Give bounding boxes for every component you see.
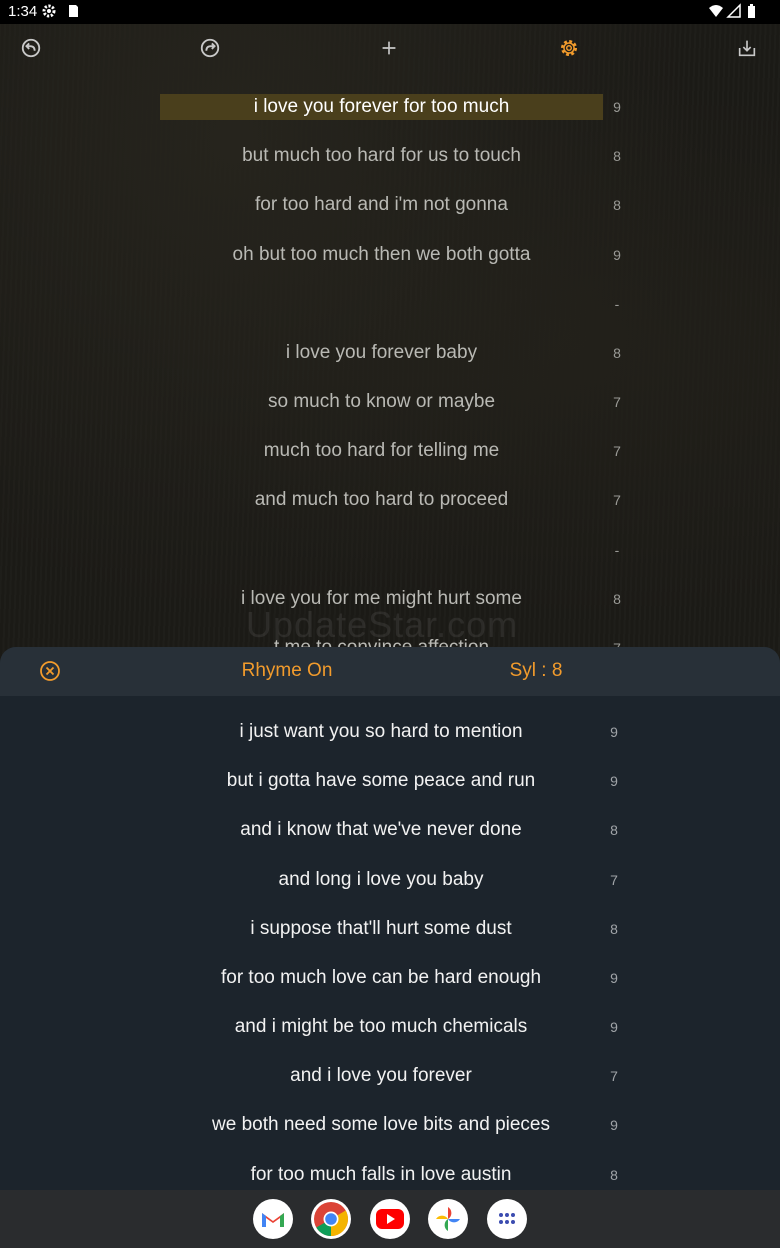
rhyme-suggestions-sheet: Rhyme On Syl : 8 i just want you so hard… [0,647,780,1190]
settings-status-icon [42,4,56,18]
lyric-text [160,537,603,563]
lyric-line[interactable]: oh but too much then we both gotta 9 [0,232,780,281]
signal-icon [726,3,741,18]
syllable-count: - [614,296,620,312]
suggestion-text: and long i love you baby [278,869,484,890]
watermark: UpdateStar.com [246,604,519,645]
suggestion-count: 7 [610,1068,618,1084]
lyric-line[interactable]: i love you forever baby 8 [0,330,780,379]
chrome-app[interactable] [311,1199,351,1239]
lyric-text: so much to know or maybe [267,391,496,412]
lyric-text [160,291,603,317]
close-icon[interactable] [39,660,61,682]
suggestion-item[interactable]: i just want you so hard to mention 9 [0,719,780,768]
suggestion-count: 9 [610,724,618,740]
youtube-app[interactable] [370,1199,410,1239]
suggestion-item[interactable]: for too much falls in love austin 8 [0,1162,780,1190]
syllable-count: 7 [613,443,621,459]
suggestion-text: but i gotta have some peace and run [226,770,536,791]
suggestion-item[interactable]: and i might be too much chemicals 9 [0,1014,780,1063]
suggestion-count: 8 [610,1167,618,1183]
syllable-count: 9 [613,99,621,115]
sd-card-icon [69,5,78,17]
syllable-count: - [614,542,620,558]
suggestion-item[interactable]: we both need some love bits and pieces 9 [0,1112,780,1161]
suggestion-text: and i love you forever [290,1065,472,1086]
app-dock [0,1190,780,1248]
photos-icon [436,1207,460,1231]
syllable-count: 8 [613,197,621,213]
rhyme-toggle[interactable]: Rhyme On [228,660,346,682]
redo-icon [200,38,220,58]
lyric-line[interactable]: for too hard and i'm not gonna 8 [0,182,780,231]
suggestion-item[interactable]: and i know that we've never done 8 [0,817,780,866]
suggestion-count: 7 [610,872,618,888]
suggestion-text: for too much falls in love austin [250,1164,512,1185]
suggestion-item[interactable]: and i love you forever 7 [0,1063,780,1112]
lyric-line-empty[interactable]: - [0,281,780,330]
suggestion-text: we both need some love bits and pieces [212,1114,550,1135]
toolbar [0,24,780,72]
lyric-line-empty[interactable]: - [0,527,780,576]
lyric-text: and much too hard to proceed [254,489,509,510]
suggestion-item[interactable]: and long i love you baby 7 [0,867,780,916]
add-button[interactable] [377,36,401,60]
suggestion-count: 9 [610,970,618,986]
suggestion-count: 9 [610,773,618,789]
gmail-app[interactable] [253,1199,293,1239]
gmail-icon [262,1213,284,1227]
lyric-line[interactable]: and much too hard to proceed 7 [0,477,780,526]
suggestion-text: and i know that we've never done [240,819,522,840]
lyric-text: much too hard for telling me [263,440,500,461]
gear-icon [560,39,578,57]
suggestion-item[interactable]: but i gotta have some peace and run 9 [0,768,780,817]
syllable-count: 8 [613,148,621,164]
suggestion-text: and i might be too much chemicals [234,1016,528,1037]
undo-button[interactable] [19,36,43,60]
syllable-count: 8 [613,345,621,361]
suggestion-item[interactable]: i suppose that'll hurt some dust 8 [0,916,780,965]
suggestion-count: 9 [610,1019,618,1035]
syllable-selector[interactable]: Syl : 8 [496,660,576,682]
lyrics-list: i love you forever for too much 9 but mu… [0,84,780,650]
chrome-icon [314,1202,348,1236]
lyric-text: i love you forever for too much [160,94,603,120]
battery-icon [748,4,755,18]
app-drawer-icon [499,1213,515,1224]
lyric-text: for too hard and i'm not gonna [255,194,508,215]
syllable-count: 7 [613,492,621,508]
status-bar: 1:34 [0,0,780,24]
lyric-text: but much too hard for us to touch [242,145,521,166]
lyric-line[interactable]: i love you forever for too much 9 [0,84,780,133]
lyric-line[interactable]: but much too hard for us to touch 8 [0,133,780,182]
sheet-header: Rhyme On Syl : 8 [0,647,780,696]
status-time: 1:34 [8,3,38,20]
lyric-text: oh but too much then we both gotta [232,244,531,265]
youtube-icon [376,1209,404,1229]
download-icon [738,40,756,57]
suggestion-count: 8 [610,822,618,838]
app-drawer[interactable] [487,1199,527,1239]
syllable-count: 8 [613,591,621,607]
suggestion-count: 9 [610,1117,618,1133]
suggestion-text: for too much love can be hard enough [220,967,542,988]
suggestion-count: 8 [610,921,618,937]
settings-button[interactable] [557,36,581,60]
lyric-line[interactable]: much too hard for telling me 7 [0,428,780,477]
suggestion-text: i suppose that'll hurt some dust [250,918,512,939]
syllable-count: 7 [613,394,621,410]
suggestion-item[interactable]: for too much love can be hard enough 9 [0,965,780,1014]
plus-icon [382,41,396,55]
undo-icon [21,38,41,58]
syllable-count: 9 [613,247,621,263]
lyric-line[interactable]: so much to know or maybe 7 [0,379,780,428]
redo-button[interactable] [198,36,222,60]
download-button[interactable] [735,36,759,60]
lyric-text: i love you forever baby [285,342,478,363]
suggestion-text: i just want you so hard to mention [239,721,523,742]
wifi-icon [709,5,723,17]
photos-app[interactable] [428,1199,468,1239]
